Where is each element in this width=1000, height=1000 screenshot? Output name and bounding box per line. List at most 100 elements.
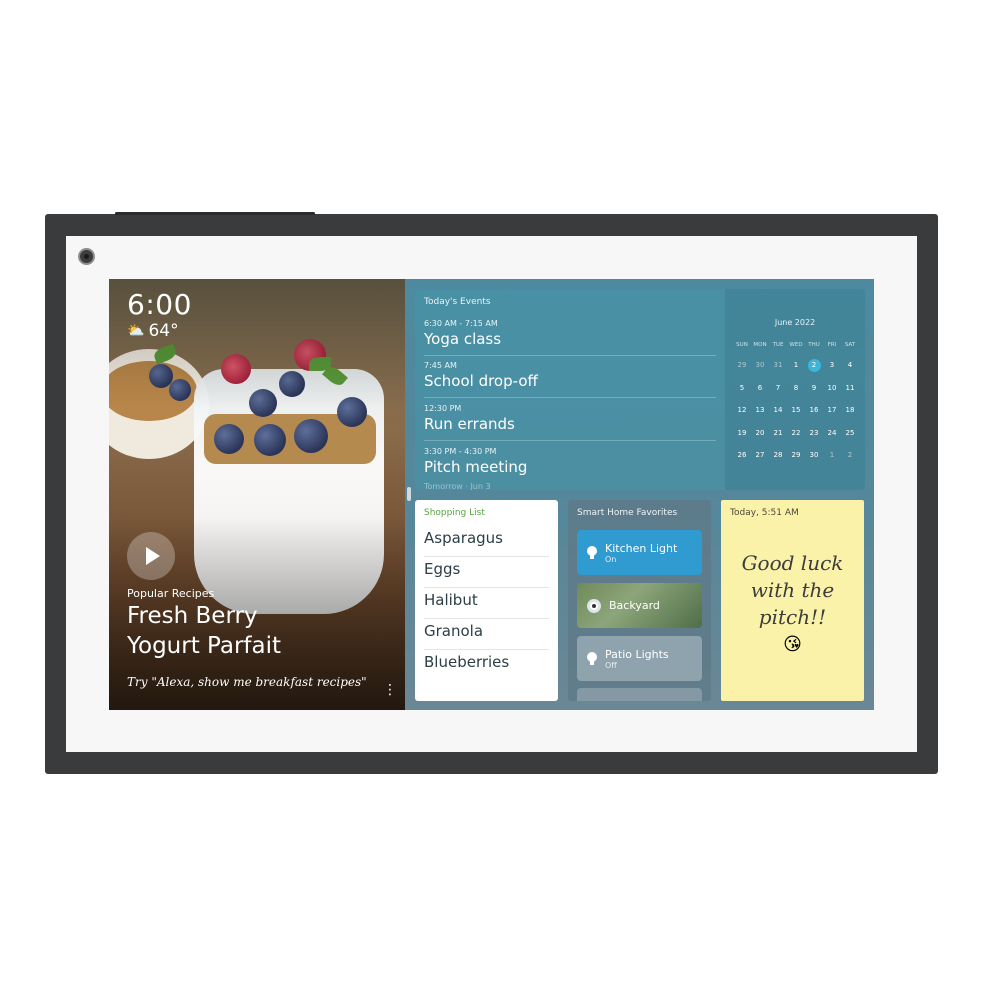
device-next[interactable] [577,688,702,701]
calendar-day[interactable]: 29 [733,359,751,382]
event-time: 7:45 AM [424,361,457,370]
calendar-day-number: 17 [827,406,837,414]
calendar-day[interactable]: 1 [823,449,841,472]
calendar-weekday: FRI [827,342,837,348]
device-patio-lights[interactable]: Patio Lights Off [577,636,702,681]
calendar-day[interactable]: 11 [841,382,859,405]
calendar-day-today[interactable]: 2 [805,359,823,382]
calendar-day[interactable]: 12 [733,404,751,427]
calendar-day[interactable]: 14 [769,404,787,427]
shopping-list-title: Shopping List [424,508,485,518]
sticky-note-card[interactable]: Today, 5:51 AM Good luck with the pitch!… [721,500,864,701]
recipe-title-line: Fresh Berry [127,603,258,629]
light-bulb-icon [587,545,597,560]
calendar-day[interactable]: 27 [751,449,769,472]
calendar-day-number: 18 [845,406,855,414]
calendar-weekday: WED [789,342,803,348]
device-backyard-camera[interactable]: Backyard [577,583,702,628]
calendar-day[interactable]: 28 [769,449,787,472]
recipe-category: Popular Recipes [127,587,215,600]
calendar-day[interactable]: 10 [823,382,841,405]
calendar-day[interactable]: 9 [805,382,823,405]
calendar-day[interactable]: 1 [787,359,805,382]
calendar-day-number: 14 [773,406,783,414]
calendar-day[interactable]: 2 [841,449,859,472]
shopping-item[interactable]: Blueberries [424,650,549,681]
shopping-item[interactable]: Halibut [424,588,549,619]
calendar-day-number: 9 [811,383,817,392]
calendar-day[interactable]: 19 [733,427,751,450]
screen: 6:00 ⛅ 64° Popular Recipes Fresh Berry Y… [109,279,874,710]
divider-handle[interactable] [407,487,411,501]
shopping-item[interactable]: Eggs [424,557,549,588]
calendar-weekday: TUE [772,342,784,348]
calendar-day[interactable]: 26 [733,449,751,472]
calendar-day[interactable]: 21 [769,427,787,450]
recipe-title[interactable]: Fresh Berry Yogurt Parfait [127,601,397,661]
calendar-day[interactable]: 7 [769,382,787,405]
calendar-day-number: 26 [737,451,747,459]
calendar-day-number: 11 [845,383,855,392]
calendar-day[interactable]: 25 [841,427,859,450]
calendar-day-number: 7 [775,383,781,392]
device-buttons [115,212,315,215]
event-item[interactable]: 3:30 PM - 4:30 PM Pitch meeting [424,447,716,484]
calendar-day[interactable]: 17 [823,404,841,427]
calendar-weekday: SUN [736,342,748,348]
note-text: Good luck with the pitch!! [727,550,858,631]
weather[interactable]: ⛅ 64° [127,321,179,341]
note-line: pitch!! [758,605,827,629]
more-options-icon[interactable]: ⋮ [383,683,397,697]
calendar-day[interactable]: 13 [751,404,769,427]
note-date: Today, 5:51 AM [730,508,799,518]
calendar-day-number: 13 [755,406,765,414]
calendar-card[interactable]: June 2022 SUN MON TUE WED THU FRI SAT 29 30 31 1 2 3… [725,289,865,490]
calendar-day[interactable]: 23 [805,427,823,450]
calendar-weekday: MON [753,342,767,348]
partly-cloudy-icon: ⛅ [127,323,145,339]
shopping-item[interactable]: Granola [424,619,549,650]
events-card[interactable]: Today's Events 6:30 AM - 7:15 AM Yoga cl… [415,289,725,490]
calendar-day-number: 23 [809,428,819,437]
calendar-day[interactable]: 31 [769,359,787,382]
device-state: On [605,554,617,564]
camera-icon [78,248,95,265]
note-line: with the [750,578,835,602]
calendar-day[interactable]: 30 [751,359,769,382]
calendar-day[interactable]: 29 [787,449,805,472]
calendar-day-number: 19 [737,428,747,437]
calendar-day[interactable]: 8 [787,382,805,405]
calendar-day[interactable]: 15 [787,404,805,427]
event-name: Pitch meeting [424,458,528,476]
calendar-day[interactable]: 24 [823,427,841,450]
calendar-day[interactable]: 22 [787,427,805,450]
calendar-day[interactable]: 18 [841,404,859,427]
shopping-item[interactable]: Asparagus [424,526,549,557]
event-item[interactable]: 12:30 PM Run errands [424,404,716,441]
calendar-day[interactable]: 5 [733,382,751,405]
recipe-photo[interactable]: 6:00 ⛅ 64° Popular Recipes Fresh Berry Y… [109,279,409,710]
calendar-day-number: 20 [755,428,765,437]
calendar-day[interactable]: 16 [805,404,823,427]
smart-home-card[interactable]: Smart Home Favorites Kitchen Light On Ba… [568,500,711,701]
calendar-day[interactable]: 30 [805,449,823,472]
event-item[interactable]: 7:45 AM School drop-off [424,361,716,398]
calendar-day[interactable]: 4 [841,359,859,382]
calendar-day-number: 31 [773,361,783,369]
event-item[interactable]: 6:30 AM - 7:15 AM Yoga class [424,319,716,356]
calendar-day[interactable]: 20 [751,427,769,450]
device-state: Off [605,660,617,670]
calendar-day[interactable]: 6 [751,382,769,405]
device-kitchen-light[interactable]: Kitchen Light On [577,530,702,575]
calendar-weekday: THU [808,342,820,348]
dashboard: Today's Events 6:30 AM - 7:15 AM Yoga cl… [405,279,874,710]
event-time: 12:30 PM [424,404,462,413]
note-line: Good luck [741,551,844,575]
calendar-grid: SUN MON TUE WED THU FRI SAT 29 30 31 1 2 3 4 5 6 7 8 9 10 11… [733,341,859,472]
calendar-day[interactable]: 3 [823,359,841,382]
shopping-list-card[interactable]: Shopping List Asparagus Eggs Halibut Gra… [415,500,558,701]
smart-home-title: Smart Home Favorites [577,508,678,518]
calendar-day-number: 4 [847,361,853,369]
alexa-hint: Try "Alexa, show me breakfast recipes" [127,675,367,689]
play-button[interactable] [127,532,175,580]
